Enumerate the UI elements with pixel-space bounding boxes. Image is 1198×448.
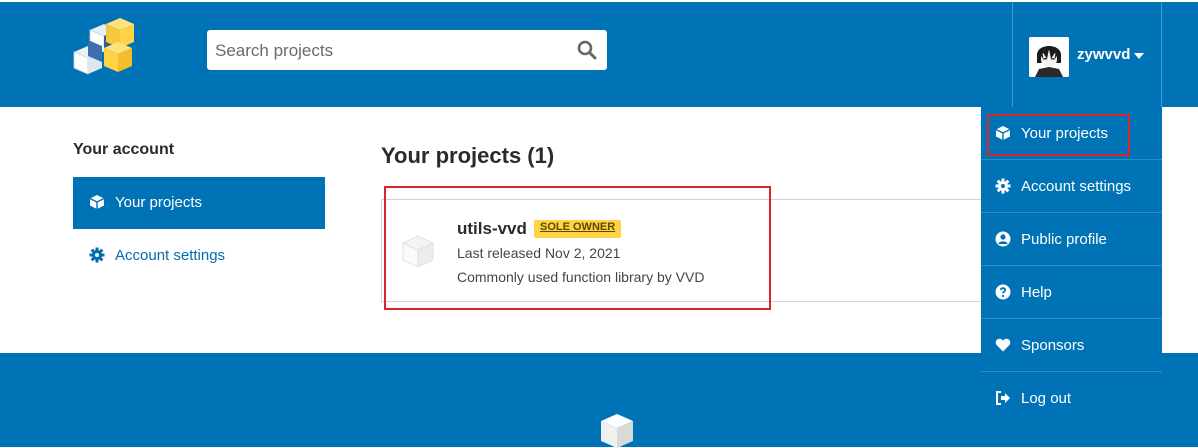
search-input[interactable]: Search projects (215, 41, 333, 61)
menu-item-label: Log out (1021, 390, 1072, 407)
menu-item-log-out[interactable]: Log out (981, 372, 1162, 425)
cube-icon (89, 195, 105, 209)
menu-item-help[interactable]: Help (981, 266, 1162, 319)
menu-item-label: Sponsors (1021, 337, 1085, 354)
menu-item-label: Help (1021, 284, 1052, 301)
pypi-logo[interactable] (70, 18, 140, 78)
search-box[interactable]: Search projects (207, 30, 607, 70)
menu-item-label: Public profile (1021, 231, 1107, 248)
avatar-image (1029, 37, 1069, 77)
search-icon[interactable] (577, 40, 597, 60)
highlight-box-menu (987, 114, 1130, 156)
menu-item-sponsors[interactable]: Sponsors (981, 319, 1162, 372)
user-circle-icon (995, 231, 1011, 247)
page-title: Your projects (1) (381, 143, 555, 168)
gear-icon (995, 178, 1011, 194)
account-heading: Your account (73, 141, 175, 158)
username: zywvvd (1077, 46, 1131, 63)
site-header: Search projects zywvvd (0, 0, 1198, 109)
sidebar-item-account-settings[interactable]: Account settings (73, 229, 325, 281)
question-circle-icon (995, 284, 1011, 300)
sign-out-icon (996, 391, 1010, 405)
heart-icon (995, 338, 1011, 352)
menu-item-label: Account settings (1021, 178, 1132, 195)
sidebar-item-label: Account settings (115, 247, 226, 264)
menu-item-account-settings[interactable]: Account settings (981, 160, 1162, 213)
highlight-box-project (384, 186, 771, 310)
sidebar-item-your-projects[interactable]: Your projects (73, 177, 325, 229)
user-menu-toggle[interactable]: zywvvd (1012, 2, 1162, 109)
sidebar-item-label: Your projects (115, 194, 202, 211)
caret-down-icon (1134, 53, 1144, 59)
menu-item-public-profile[interactable]: Public profile (981, 213, 1162, 266)
avatar (1029, 37, 1069, 77)
gear-icon (89, 247, 105, 263)
footer-box-logo (601, 414, 633, 448)
